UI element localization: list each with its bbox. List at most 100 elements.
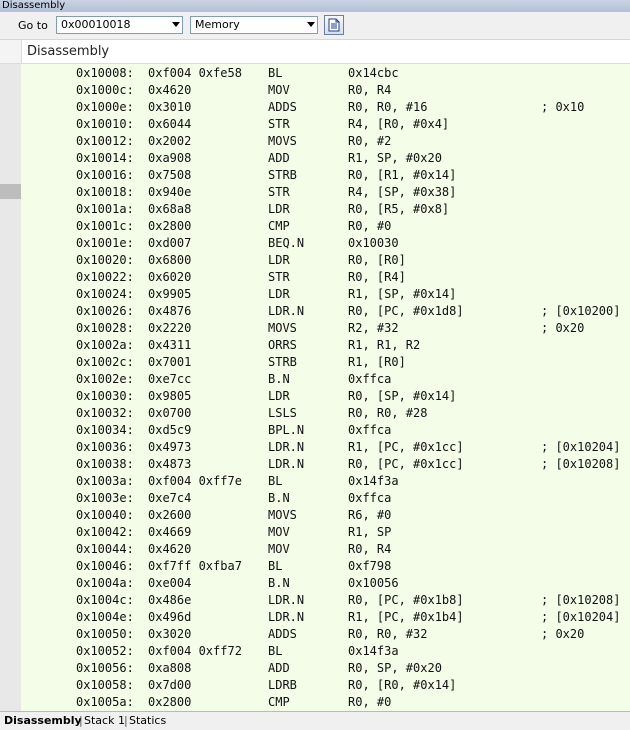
disassembly-row[interactable]: 0x1001a: 0x68a8 LDR R0, [R5, #0x8]: [0, 201, 630, 218]
address-cell: 0x10014:: [76, 151, 134, 165]
disassembly-row[interactable]: 0x10042: 0x4669 MOV R1, SP: [0, 524, 630, 541]
mnemonic-cell: LSLS: [268, 406, 297, 420]
tab-separator: |: [79, 714, 83, 727]
disassembly-row[interactable]: 0x10018: 0x940e STR R4, [SP, #0x38]: [0, 184, 630, 201]
disassembly-row[interactable]: 0x10044: 0x4620 MOV R0, R4: [0, 541, 630, 558]
disassembly-row[interactable]: 0x10030: 0x9805 LDR R0, [SP, #0x14]: [0, 388, 630, 405]
disassembly-row[interactable]: 0x10040: 0x2600 MOVS R6, #0: [0, 507, 630, 524]
opcode-cell: 0x0700: [148, 406, 192, 420]
address-cell: 0x10058:: [76, 678, 134, 692]
disassembly-row[interactable]: 0x1004e: 0x496d LDR.N R1, [PC, #0x1b4] ; [0x…: [0, 609, 630, 626]
mnemonic-cell: LDR: [268, 253, 290, 267]
mnemonic-cell: LDR.N: [268, 610, 305, 624]
disassembly-row[interactable]: 0x10028: 0x2220 MOVS R2, #32 ; 0x20: [0, 320, 630, 337]
opcode-cell: 0x4973: [148, 440, 192, 454]
mnemonic-cell: LDR: [268, 202, 290, 216]
mnemonic-cell: MOV: [268, 525, 290, 539]
disassembly-row[interactable]: 0x1004c: 0x486e LDR.N R0, [PC, #0x1b8] ; [0x…: [0, 592, 630, 609]
disassembly-row[interactable]: 0x10014: 0xa908 ADD R1, SP, #0x20: [0, 150, 630, 167]
disassembly-row[interactable]: 0x1002e: 0xe7cc B.N 0xffca: [0, 371, 630, 388]
opcode-cell: 0x6020: [148, 270, 192, 284]
operands-cell: 0x14f3a: [348, 474, 399, 488]
opcode-cell: 0x496d: [148, 610, 192, 624]
opcode-cell: 0xf7ff 0xfba7: [148, 559, 242, 573]
operands-cell: R0, [PC, #0x1d8]: [348, 304, 464, 318]
opcode-cell: 0x3020: [148, 627, 192, 641]
address-cell: 0x10032:: [76, 406, 134, 420]
comment-cell: ; [0x10204]: [541, 440, 621, 454]
operands-cell: R2, #32: [348, 321, 399, 335]
disassembly-row[interactable]: 0x10050: 0x3020 ADDS R0, R0, #32 ; 0x20: [0, 626, 630, 643]
mnemonic-cell: CMP: [268, 695, 290, 709]
comment-cell: ; [0x10204]: [541, 610, 621, 624]
mnemonic-cell: BL: [268, 644, 283, 658]
address-cell: 0x10008:: [76, 66, 134, 80]
disassembly-row[interactable]: 0x1001e: 0xd007 BEQ.N 0x10030: [0, 235, 630, 252]
disassembly-row[interactable]: 0x1000c: 0x4620 MOV R0, R4: [0, 82, 630, 99]
address-cell: 0x10018:: [76, 185, 134, 199]
opcode-cell: 0x940e: [148, 185, 192, 199]
operands-cell: R0, #2: [348, 134, 392, 148]
disassembly-row[interactable]: 0x10008: 0xf004 0xfe58 BL 0x14cbc: [0, 65, 630, 82]
disassembly-row[interactable]: 0x10038: 0x4873 LDR.N R0, [PC, #0x1cc] ; [0x…: [0, 456, 630, 473]
opcode-cell: 0xe7c4: [148, 491, 192, 505]
document-button[interactable]: [324, 15, 344, 35]
chevron-down-icon[interactable]: [172, 22, 180, 27]
memory-select[interactable]: Memory: [190, 16, 318, 34]
tab-separator: |: [124, 714, 128, 727]
address-combobox[interactable]: 0x00010018: [56, 16, 183, 34]
mnemonic-cell: BPL.N: [268, 423, 305, 437]
chevron-down-icon[interactable]: [307, 22, 315, 27]
goto-label: Go to: [18, 19, 48, 32]
window-title: Disassembly: [2, 0, 66, 11]
tab-statics[interactable]: Statics: [129, 714, 166, 727]
disassembly-row[interactable]: 0x10036: 0x4973 LDR.N R1, [PC, #0x1cc] ; [0x…: [0, 439, 630, 456]
address-cell: 0x1002e:: [76, 372, 134, 386]
address-cell: 0x10026:: [76, 304, 134, 318]
operands-cell: R0, [R1, #0x14]: [348, 168, 457, 182]
opcode-cell: 0xe7cc: [148, 372, 192, 386]
mnemonic-cell: ADD: [268, 661, 290, 675]
tab-disassembly[interactable]: Disassembly: [4, 714, 82, 727]
disassembly-row[interactable]: 0x10056: 0xa808 ADD R0, SP, #0x20: [0, 660, 630, 677]
opcode-cell: 0x4669: [148, 525, 192, 539]
disassembly-row[interactable]: 0x10052: 0xf004 0xff72 BL 0x14f3a: [0, 643, 630, 660]
disassembly-row[interactable]: 0x10020: 0x6800 LDR R0, [R0]: [0, 252, 630, 269]
disassembly-row[interactable]: 0x10046: 0xf7ff 0xfba7 BL 0xf798: [0, 558, 630, 575]
opcode-cell: 0x4876: [148, 304, 192, 318]
operands-cell: R0, R4: [348, 83, 392, 97]
disassembly-row[interactable]: 0x10032: 0x0700 LSLS R0, R0, #28: [0, 405, 630, 422]
disassembly-row[interactable]: 0x1002a: 0x4311 ORRS R1, R1, R2: [0, 337, 630, 354]
mnemonic-cell: LDR.N: [268, 457, 305, 471]
operands-cell: 0x14cbc: [348, 66, 399, 80]
disassembly-row[interactable]: 0x1002c: 0x7001 STRB R1, [R0]: [0, 354, 630, 371]
disassembly-row[interactable]: 0x1004a: 0xe004 B.N 0x10056: [0, 575, 630, 592]
disassembly-row[interactable]: 0x10026: 0x4876 LDR.N R0, [PC, #0x1d8] ; [0x…: [0, 303, 630, 320]
panel-title: Disassembly: [27, 44, 110, 59]
disassembly-row[interactable]: 0x10034: 0xd5c9 BPL.N 0xffca: [0, 422, 630, 439]
address-cell: 0x10038:: [76, 457, 134, 471]
disassembly-listing[interactable]: 0x10008: 0xf004 0xfe58 BL 0x14cbc 0x1000c: 0x…: [0, 64, 630, 711]
comment-cell: ; [0x10208]: [541, 457, 621, 471]
operands-cell: R0, R0, #32: [348, 627, 428, 641]
mnemonic-cell: STRB: [268, 168, 297, 182]
disassembly-row[interactable]: 0x1000e: 0x3010 ADDS R0, R0, #16 ; 0x10: [0, 99, 630, 116]
disassembly-row[interactable]: 0x10010: 0x6044 STR R4, [R0, #0x4]: [0, 116, 630, 133]
disassembly-row[interactable]: 0x1005a: 0x2800 CMP R0, #0: [0, 694, 630, 711]
mnemonic-cell: LDR.N: [268, 593, 305, 607]
operands-cell: 0xffca: [348, 372, 392, 386]
operands-cell: R0, [PC, #0x1cc]: [348, 457, 464, 471]
disassembly-row[interactable]: 0x1003a: 0xf004 0xff7e BL 0x14f3a: [0, 473, 630, 490]
disassembly-row[interactable]: 0x10058: 0x7d00 LDRB R0, [R0, #0x14]: [0, 677, 630, 694]
disassembly-row[interactable]: 0x10024: 0x9905 LDR R1, [SP, #0x14]: [0, 286, 630, 303]
disassembly-row[interactable]: 0x10012: 0x2002 MOVS R0, #2: [0, 133, 630, 150]
disassembly-row[interactable]: 0x1003e: 0xe7c4 B.N 0xffca: [0, 490, 630, 507]
disassembly-row[interactable]: 0x10022: 0x6020 STR R0, [R4]: [0, 269, 630, 286]
mnemonic-cell: STR: [268, 185, 290, 199]
tab-stack-1[interactable]: Stack 1: [84, 714, 125, 727]
mnemonic-cell: LDRB: [268, 678, 297, 692]
disassembly-row[interactable]: 0x1001c: 0x2800 CMP R0, #0: [0, 218, 630, 235]
disassembly-row[interactable]: 0x10016: 0x7508 STRB R0, [R1, #0x14]: [0, 167, 630, 184]
address-cell: 0x10022:: [76, 270, 134, 284]
address-cell: 0x10016:: [76, 168, 134, 182]
